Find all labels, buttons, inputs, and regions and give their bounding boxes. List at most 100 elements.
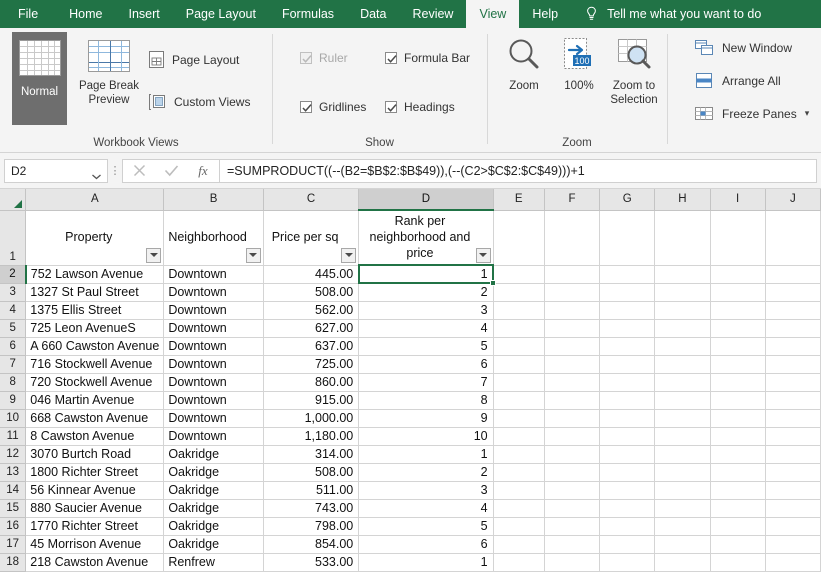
- cell-property-12[interactable]: 3070 Burtch Road: [25, 444, 165, 464]
- row-header-2[interactable]: 2: [0, 264, 27, 284]
- row-header-14[interactable]: 14: [0, 480, 27, 500]
- header-cell-neighborhood[interactable]: Neighborhood: [163, 209, 264, 266]
- cell-j10[interactable]: [764, 408, 821, 428]
- cell-property-18[interactable]: 218 Cawston Avenue: [25, 552, 165, 572]
- cell-e5[interactable]: [492, 318, 545, 338]
- table-row[interactable]: 2 752 Lawson Avenue Downtown 445.00 1: [0, 264, 821, 284]
- chevron-down-icon[interactable]: ▾: [805, 108, 810, 119]
- cell-h1[interactable]: [654, 209, 711, 266]
- name-box[interactable]: D2: [4, 158, 108, 183]
- table-row[interactable]: 17 45 Morrison Avenue Oakridge 854.00 6: [0, 534, 821, 554]
- cell-e17[interactable]: [492, 534, 545, 554]
- cell-i18[interactable]: [709, 552, 766, 572]
- column-header-e[interactable]: E: [492, 189, 545, 211]
- cell-neighborhood-17[interactable]: Oakridge: [163, 534, 264, 554]
- cell-f13[interactable]: [543, 462, 601, 482]
- cell-i17[interactable]: [709, 534, 766, 554]
- row-header-6[interactable]: 6: [0, 336, 27, 356]
- row-header-5[interactable]: 5: [0, 318, 27, 338]
- cell-rank-16[interactable]: 5: [358, 516, 494, 536]
- table-row[interactable]: 14 56 Kinnear Avenue Oakridge 511.00 3: [0, 480, 821, 500]
- cell-price-2[interactable]: 445.00: [262, 264, 360, 284]
- cell-i12[interactable]: [709, 444, 766, 464]
- cell-i11[interactable]: [709, 426, 766, 446]
- cell-h5[interactable]: [654, 318, 711, 338]
- cell-rank-11[interactable]: 10: [358, 426, 494, 446]
- cell-neighborhood-14[interactable]: Oakridge: [163, 480, 264, 500]
- arrange-all-button[interactable]: Arrange All: [694, 72, 781, 89]
- cell-property-9[interactable]: 046 Martin Avenue: [25, 390, 165, 410]
- cell-f14[interactable]: [543, 480, 601, 500]
- cell-f9[interactable]: [543, 390, 601, 410]
- cell-j3[interactable]: [764, 282, 821, 302]
- select-all-corner[interactable]: [0, 189, 27, 211]
- cell-i1[interactable]: [709, 209, 766, 266]
- cell-g17[interactable]: [599, 534, 656, 554]
- cell-rank-18[interactable]: 1: [358, 552, 494, 572]
- table-row[interactable]: 3 1327 St Paul Street Downtown 508.00 2: [0, 282, 821, 302]
- row-header-9[interactable]: 9: [0, 390, 27, 410]
- cell-g1[interactable]: [599, 209, 656, 266]
- formula-bar-checkbox-row[interactable]: Formula Bar: [385, 51, 470, 65]
- spreadsheet-grid[interactable]: A B C D E F G H I J 1 Property Neighborh: [0, 189, 821, 580]
- cell-f5[interactable]: [543, 318, 601, 338]
- cell-j4[interactable]: [764, 300, 821, 320]
- filter-dropdown-icon-a[interactable]: [146, 247, 162, 263]
- cell-j7[interactable]: [764, 354, 821, 374]
- row-header-7[interactable]: 7: [0, 354, 27, 374]
- cell-h15[interactable]: [654, 498, 711, 518]
- gridlines-checkbox-row[interactable]: Gridlines: [300, 100, 366, 114]
- cell-property-16[interactable]: 1770 Richter Street: [25, 516, 165, 536]
- cell-j14[interactable]: [764, 480, 821, 500]
- cell-price-13[interactable]: 508.00: [262, 462, 360, 482]
- cell-f7[interactable]: [543, 354, 601, 374]
- cell-g15[interactable]: [599, 498, 656, 518]
- cell-h2[interactable]: [654, 264, 711, 284]
- table-row[interactable]: 7 716 Stockwell Avenue Downtown 725.00 6: [0, 354, 821, 374]
- cell-property-15[interactable]: 880 Saucier Avenue: [25, 498, 165, 518]
- cell-h18[interactable]: [654, 552, 711, 572]
- cell-neighborhood-2[interactable]: Downtown: [163, 264, 264, 284]
- cell-f11[interactable]: [543, 426, 601, 446]
- cell-g14[interactable]: [599, 480, 656, 500]
- cell-rank-6[interactable]: 5: [358, 336, 494, 356]
- row-header-13[interactable]: 13: [0, 462, 27, 482]
- cell-price-11[interactable]: 1,180.00: [262, 426, 360, 446]
- ribbon-tab-file[interactable]: File: [0, 0, 56, 28]
- cell-h17[interactable]: [654, 534, 711, 554]
- cell-neighborhood-9[interactable]: Downtown: [163, 390, 264, 410]
- cell-e15[interactable]: [492, 498, 545, 518]
- cell-j16[interactable]: [764, 516, 821, 536]
- cell-f4[interactable]: [543, 300, 601, 320]
- cell-neighborhood-8[interactable]: Downtown: [163, 372, 264, 392]
- page-break-preview-button[interactable]: Page Break Preview: [70, 32, 148, 125]
- cell-rank-5[interactable]: 4: [358, 318, 494, 338]
- row-header-12[interactable]: 12: [0, 444, 27, 464]
- column-header-h[interactable]: H: [654, 189, 711, 211]
- cell-g2[interactable]: [599, 264, 656, 284]
- cell-f2[interactable]: [543, 264, 601, 284]
- table-row[interactable]: 12 3070 Burtch Road Oakridge 314.00 1: [0, 444, 821, 464]
- cell-g8[interactable]: [599, 372, 656, 392]
- cell-price-4[interactable]: 562.00: [262, 300, 360, 320]
- cell-price-6[interactable]: 637.00: [262, 336, 360, 356]
- cell-h12[interactable]: [654, 444, 711, 464]
- formula-bar-drag-handle[interactable]: ⋮: [108, 164, 122, 177]
- headings-checkbox[interactable]: [385, 101, 397, 113]
- cell-e9[interactable]: [492, 390, 545, 410]
- cell-h11[interactable]: [654, 426, 711, 446]
- cell-rank-3[interactable]: 2: [358, 282, 494, 302]
- header-cell-price[interactable]: Price per sq: [262, 209, 360, 266]
- ruler-checkbox-row[interactable]: Ruler: [300, 51, 348, 65]
- cell-h4[interactable]: [654, 300, 711, 320]
- row-header-1[interactable]: 1: [0, 209, 27, 266]
- ribbon-tab-page-layout[interactable]: Page Layout: [173, 0, 269, 28]
- cell-neighborhood-16[interactable]: Oakridge: [163, 516, 264, 536]
- cell-e3[interactable]: [492, 282, 545, 302]
- cell-h9[interactable]: [654, 390, 711, 410]
- cell-property-7[interactable]: 716 Stockwell Avenue: [25, 354, 165, 374]
- cell-j5[interactable]: [764, 318, 821, 338]
- cell-price-5[interactable]: 627.00: [262, 318, 360, 338]
- cell-neighborhood-3[interactable]: Downtown: [163, 282, 264, 302]
- cell-price-18[interactable]: 533.00: [262, 552, 360, 572]
